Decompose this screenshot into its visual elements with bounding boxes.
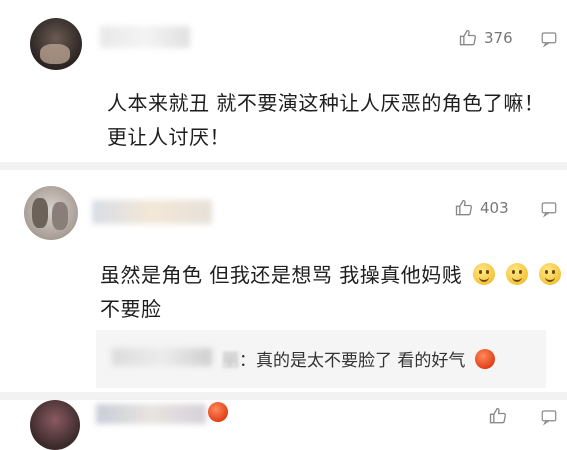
like-count: 376	[484, 29, 513, 47]
reply-box[interactable]: 丽：真的是太不要脸了 看的好气	[96, 330, 546, 388]
comment-text: 虽然是角色 但我还是想骂 我操真他妈贱 不要脸	[100, 258, 561, 326]
reply-icon[interactable]	[540, 200, 558, 218]
avatar[interactable]	[24, 186, 78, 240]
angry-face-emoji	[208, 402, 228, 422]
reply-username-blurred	[112, 348, 212, 366]
smiling-face-emoji	[505, 263, 528, 285]
username-blurred[interactable]	[92, 200, 212, 224]
reply-text: 丽：真的是太不要脸了 看的好气	[222, 346, 495, 371]
smiling-face-emoji	[473, 263, 496, 285]
thumbs-up-icon	[455, 199, 473, 216]
divider	[0, 392, 567, 400]
thumbs-up-icon[interactable]	[488, 406, 508, 426]
thumbs-up-icon	[459, 29, 477, 46]
reply-username-tail: 丽	[222, 351, 239, 371]
username-blurred[interactable]	[100, 26, 190, 48]
avatar[interactable]	[30, 18, 82, 70]
like-count: 403	[480, 199, 509, 217]
divider	[0, 162, 567, 170]
like-button[interactable]: 376	[458, 28, 513, 48]
like-button[interactable]: 403	[454, 198, 509, 218]
comment-text: 人本来就丑 就不要演这种让人厌恶的角色了嘛！ 更让人讨厌！	[107, 91, 545, 149]
comment-2: 403 虽然是角色 但我还是想骂 我操真他妈贱 不要脸 丽：真的是太不要脸了 看…	[0, 170, 567, 392]
comment-3	[0, 400, 567, 450]
reply-icon[interactable]	[540, 30, 558, 48]
comment-1: 376 人本来就丑 就不要演这种让人厌恶的角色了嘛！ 更让人讨厌！	[0, 0, 567, 160]
smiling-face-emoji	[538, 263, 561, 285]
username-blurred[interactable]	[96, 404, 206, 424]
reply-icon[interactable]	[540, 408, 558, 426]
avatar[interactable]	[30, 400, 80, 450]
angry-face-emoji	[474, 349, 495, 369]
